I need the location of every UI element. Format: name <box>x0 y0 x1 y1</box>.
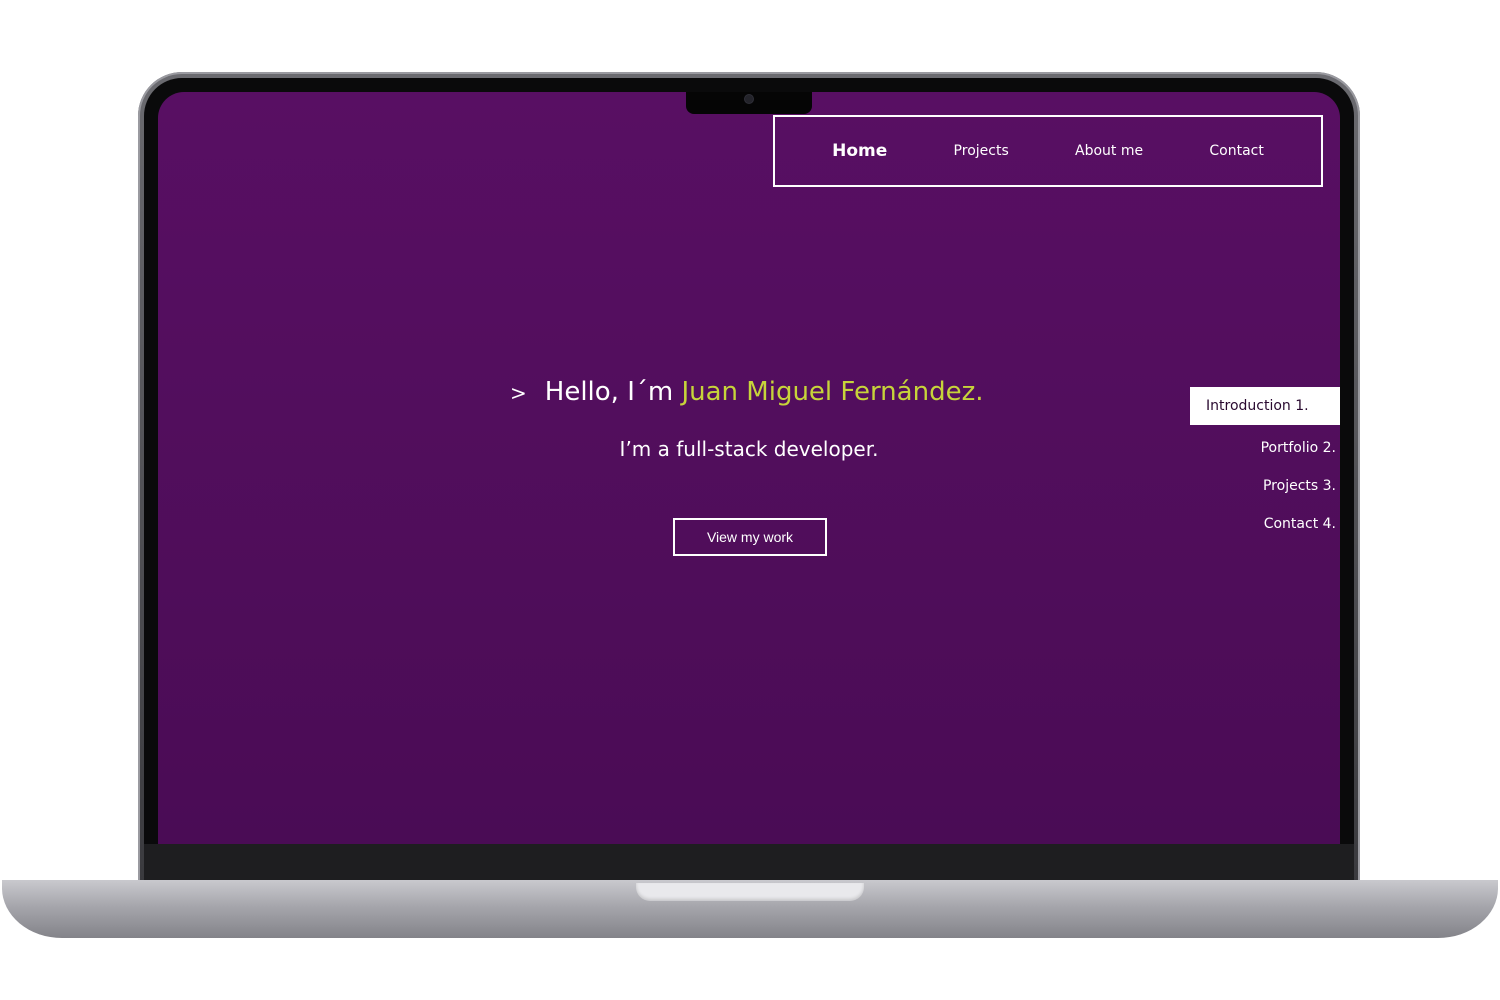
side-nav-projects[interactable]: Projects 3. <box>1180 467 1340 505</box>
laptop-bottom-bezel <box>144 844 1354 884</box>
camera-icon <box>745 95 753 103</box>
camera-notch <box>686 92 812 114</box>
section-side-navigation: Introduction 1. Portfolio 2. Projects 3.… <box>1180 387 1340 543</box>
top-navigation: Home Projects About me Contact <box>773 115 1323 187</box>
website-screen: Home Projects About me Contact > Hello, I… <box>158 92 1340 844</box>
laptop-mockup: Home Projects About me Contact > Hello, I… <box>0 0 1500 1000</box>
hero-heading: > Hello, I´m Juan Miguel Fernández. <box>510 377 983 407</box>
hero-subtitle: I’m a full-stack developer. <box>619 437 879 461</box>
side-nav-portfolio[interactable]: Portfolio 2. <box>1180 429 1340 467</box>
view-my-work-button[interactable]: View my work <box>673 518 827 556</box>
nav-projects-link[interactable]: Projects <box>954 143 1009 159</box>
nav-contact-link[interactable]: Contact <box>1209 143 1263 159</box>
hero-name: Juan Miguel Fernández. <box>681 377 984 407</box>
hero-greeting: Hello, I´m <box>544 377 682 407</box>
side-nav-contact[interactable]: Contact 4. <box>1180 505 1340 543</box>
nav-about-link[interactable]: About me <box>1075 143 1143 159</box>
nav-home-link[interactable]: Home <box>832 141 887 161</box>
prompt-symbol: > <box>510 381 527 405</box>
laptop-opening-lip <box>636 883 864 901</box>
side-nav-introduction[interactable]: Introduction 1. <box>1190 387 1340 425</box>
